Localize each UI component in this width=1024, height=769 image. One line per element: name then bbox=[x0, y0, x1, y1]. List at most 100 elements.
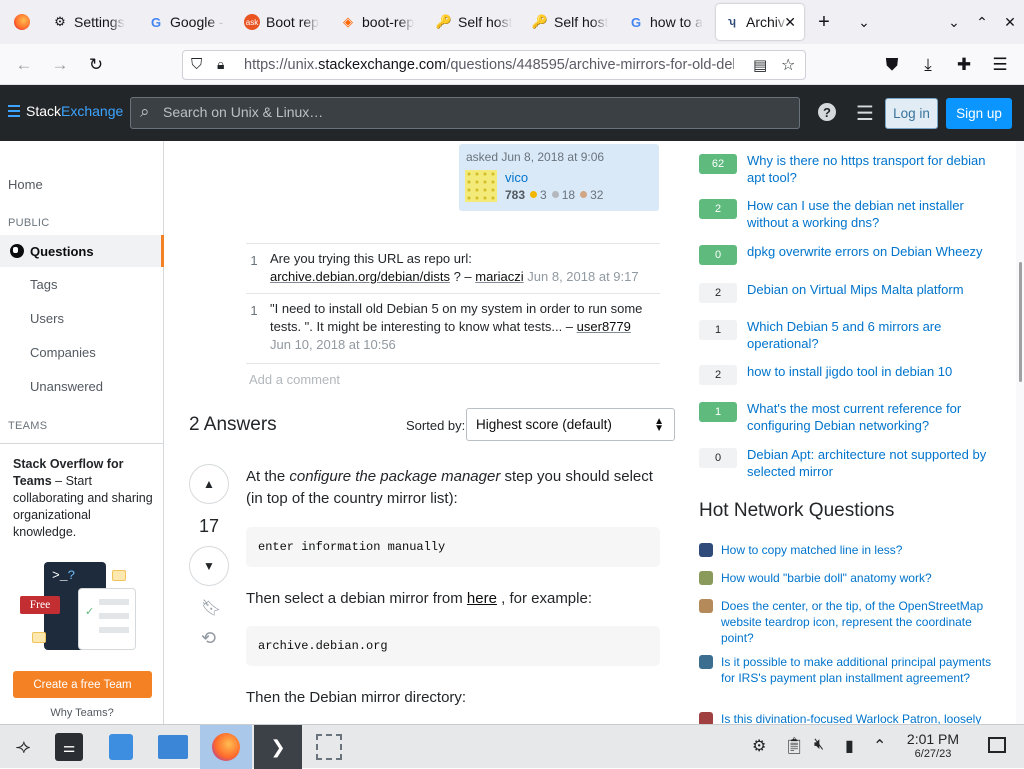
chevron-down-icon: ⌄ bbox=[948, 13, 960, 30]
volume-muted-icon[interactable]: 🔇︎ bbox=[814, 736, 824, 754]
related-question-item[interactable]: 2 Debian on Virtual Mips Malta platform bbox=[699, 281, 1009, 317]
clipboard-icon[interactable]: 📋︎ bbox=[784, 736, 804, 756]
related-question-item[interactable]: 62 Why is there no https transport for de… bbox=[699, 152, 1009, 188]
scrollbar-track[interactable] bbox=[1016, 141, 1024, 724]
log-in-button[interactable]: Log in bbox=[885, 98, 938, 129]
firefox-view-button[interactable] bbox=[0, 0, 44, 44]
sign-up-button[interactable]: Sign up bbox=[946, 98, 1012, 129]
related-question-item[interactable]: 1 What's the most current reference for c… bbox=[699, 400, 1009, 436]
tab-boot-repair-askubuntu[interactable]: ask Boot rep bbox=[236, 0, 332, 44]
hot-question-link[interactable]: How would "barbie doll" anatomy work? bbox=[721, 570, 997, 586]
hot-question-link[interactable]: Does the center, or the tip, of the Open… bbox=[721, 598, 997, 646]
extensions-button[interactable]: ✚ bbox=[950, 52, 978, 78]
related-question-item[interactable]: 2 how to install jigdo tool in debian 10 bbox=[699, 363, 1009, 399]
url-bar[interactable]: ⛉ 🔒︎ https://unix.stackexchange.com/ques… bbox=[182, 50, 806, 80]
related-question-score: 2 bbox=[699, 365, 737, 385]
related-question-link[interactable]: Why is there no https transport for debi… bbox=[747, 152, 999, 186]
new-tab-button[interactable]: + bbox=[804, 0, 844, 44]
site-icon bbox=[699, 571, 713, 585]
why-teams-link[interactable]: Why Teams? bbox=[0, 707, 164, 719]
related-question-link[interactable]: Debian Apt: architecture not supported b… bbox=[747, 446, 999, 480]
system-clock[interactable]: 2:01 PM 6/27/23 bbox=[896, 732, 970, 762]
sort-select[interactable]: Highest score (default) ▲ ▼ bbox=[466, 408, 675, 441]
scrollbar-thumb[interactable] bbox=[1019, 262, 1022, 382]
comment-user-link[interactable]: mariaczi bbox=[475, 269, 523, 284]
comment: 1 "I need to install old Debian 5 on my … bbox=[246, 293, 660, 363]
related-question-link[interactable]: Which Debian 5 and 6 mirrors are operati… bbox=[747, 318, 999, 352]
tab-settings[interactable]: ⚙ Settings bbox=[44, 0, 140, 44]
bookmark-star-icon[interactable]: ☆ bbox=[781, 55, 795, 75]
related-question-item[interactable]: 1 Which Debian 5 and 6 mirrors are operat… bbox=[699, 318, 1009, 354]
related-question-item[interactable]: 0 Debian Apt: architecture not supported … bbox=[699, 446, 1009, 482]
terminal-taskbar-button[interactable]: ❯ bbox=[254, 725, 302, 769]
avatar[interactable] bbox=[465, 170, 497, 202]
app-launcher-button[interactable]: ⟢ bbox=[0, 725, 46, 769]
minimize-button[interactable]: ⌄ bbox=[940, 0, 968, 44]
maximize-button[interactable]: ⌃ bbox=[968, 0, 996, 44]
search-input[interactable] bbox=[163, 104, 763, 120]
back-button[interactable]: ← bbox=[10, 52, 38, 78]
related-question-link[interactable]: dpkg overwrite errors on Debian Wheezy bbox=[747, 243, 999, 260]
related-question-link[interactable]: how to install jigdo tool in debian 10 bbox=[747, 363, 999, 380]
battery-icon[interactable]: ▮ bbox=[845, 736, 854, 756]
pocket-button[interactable]: ⛊ bbox=[878, 52, 906, 78]
settings-app-button[interactable]: ⚌ bbox=[46, 725, 92, 769]
screenshot-app-button[interactable] bbox=[306, 725, 352, 769]
reader-view-icon[interactable]: ▤ bbox=[753, 56, 767, 74]
related-question-score: 62 bbox=[699, 154, 737, 174]
file-manager-button[interactable] bbox=[150, 725, 196, 769]
related-question-item[interactable]: 0 dpkg overwrite errors on Debian Wheezy bbox=[699, 243, 1009, 279]
chevron-up-icon[interactable]: ⌃ bbox=[873, 736, 886, 756]
settings-sliders-icon: ⚌ bbox=[55, 733, 83, 761]
google-icon: G bbox=[630, 14, 642, 30]
tab-archive-mirrors[interactable]: ʮ Archiv ✕ bbox=[716, 4, 804, 40]
help-icon[interactable]: ? bbox=[818, 103, 836, 121]
downloads-button[interactable]: ⤓ bbox=[914, 52, 942, 78]
list-all-tabs-button[interactable]: ⌄ bbox=[844, 0, 884, 44]
nav-tags[interactable]: Tags bbox=[30, 277, 57, 292]
mirror-list-link[interactable]: here bbox=[467, 590, 497, 607]
related-question-item[interactable]: 2 How can I use the debian net installer … bbox=[699, 197, 1009, 233]
comment-link[interactable]: archive.debian.org/debian/dists bbox=[270, 269, 450, 284]
nav-companies[interactable]: Companies bbox=[30, 345, 96, 360]
tab-self-host-2[interactable]: 🔑 Self host bbox=[524, 0, 620, 44]
reload-button[interactable]: ↻ bbox=[82, 52, 110, 78]
tab-google[interactable]: G Google - bbox=[140, 0, 236, 44]
create-free-team-button[interactable]: Create a free Team bbox=[13, 671, 152, 698]
nav-home[interactable]: Home bbox=[8, 177, 43, 192]
bookmark-icon[interactable]: 🔖︎ bbox=[201, 598, 221, 618]
history-icon[interactable]: ⟲ bbox=[201, 628, 216, 649]
site-switcher-icon[interactable]: ☰ bbox=[856, 101, 874, 126]
hot-question-link[interactable]: Is it possible to make additional princi… bbox=[721, 654, 997, 686]
related-question-link[interactable]: How can I use the debian net installer w… bbox=[747, 197, 999, 231]
owner-name-link[interactable]: vico bbox=[505, 170, 528, 185]
site-icon bbox=[699, 543, 713, 557]
network-settings-icon[interactable]: ⚙ bbox=[752, 736, 766, 756]
tab-how-to[interactable]: Ghow to a bbox=[620, 0, 716, 44]
firefox-taskbar-button[interactable] bbox=[200, 725, 252, 769]
add-comment-link[interactable]: Add a comment bbox=[249, 372, 340, 387]
comment-score: 1 bbox=[250, 303, 258, 318]
comment-user-link[interactable]: user8779 bbox=[577, 319, 631, 334]
select-arrows-icon: ▲ ▼ bbox=[654, 416, 664, 434]
site-search[interactable]: ⌕ bbox=[130, 97, 800, 129]
stackexchange-logo[interactable]: Stack Exchange bbox=[8, 103, 123, 119]
show-desktop-icon[interactable] bbox=[988, 737, 1006, 753]
close-window-button[interactable]: ✕ bbox=[996, 0, 1024, 44]
downvote-button[interactable]: ▼ bbox=[189, 546, 229, 586]
related-question-link[interactable]: What's the most current reference for co… bbox=[747, 400, 999, 434]
discover-app-button[interactable] bbox=[98, 725, 144, 769]
launcher-icon: ⟢ bbox=[15, 735, 31, 758]
upvote-button[interactable]: ▲ bbox=[189, 464, 229, 504]
tab-self-host-1[interactable]: 🔑 Self host bbox=[428, 0, 524, 44]
nav-questions[interactable]: Questions bbox=[0, 235, 164, 267]
nav-unanswered[interactable]: Unanswered bbox=[30, 379, 103, 394]
hot-question-link[interactable]: How to copy matched line in less? bbox=[721, 542, 997, 558]
related-question-link[interactable]: Debian on Virtual Mips Malta platform bbox=[747, 281, 999, 298]
forward-button[interactable]: → bbox=[46, 52, 74, 78]
nav-users[interactable]: Users bbox=[30, 311, 64, 326]
firefox-icon bbox=[212, 733, 240, 761]
app-menu-button[interactable]: ☰ bbox=[986, 52, 1014, 78]
close-tab-icon[interactable]: ✕ bbox=[784, 14, 796, 31]
tab-boot-repair-sourceforge[interactable]: ◈ boot-rep bbox=[332, 0, 428, 44]
